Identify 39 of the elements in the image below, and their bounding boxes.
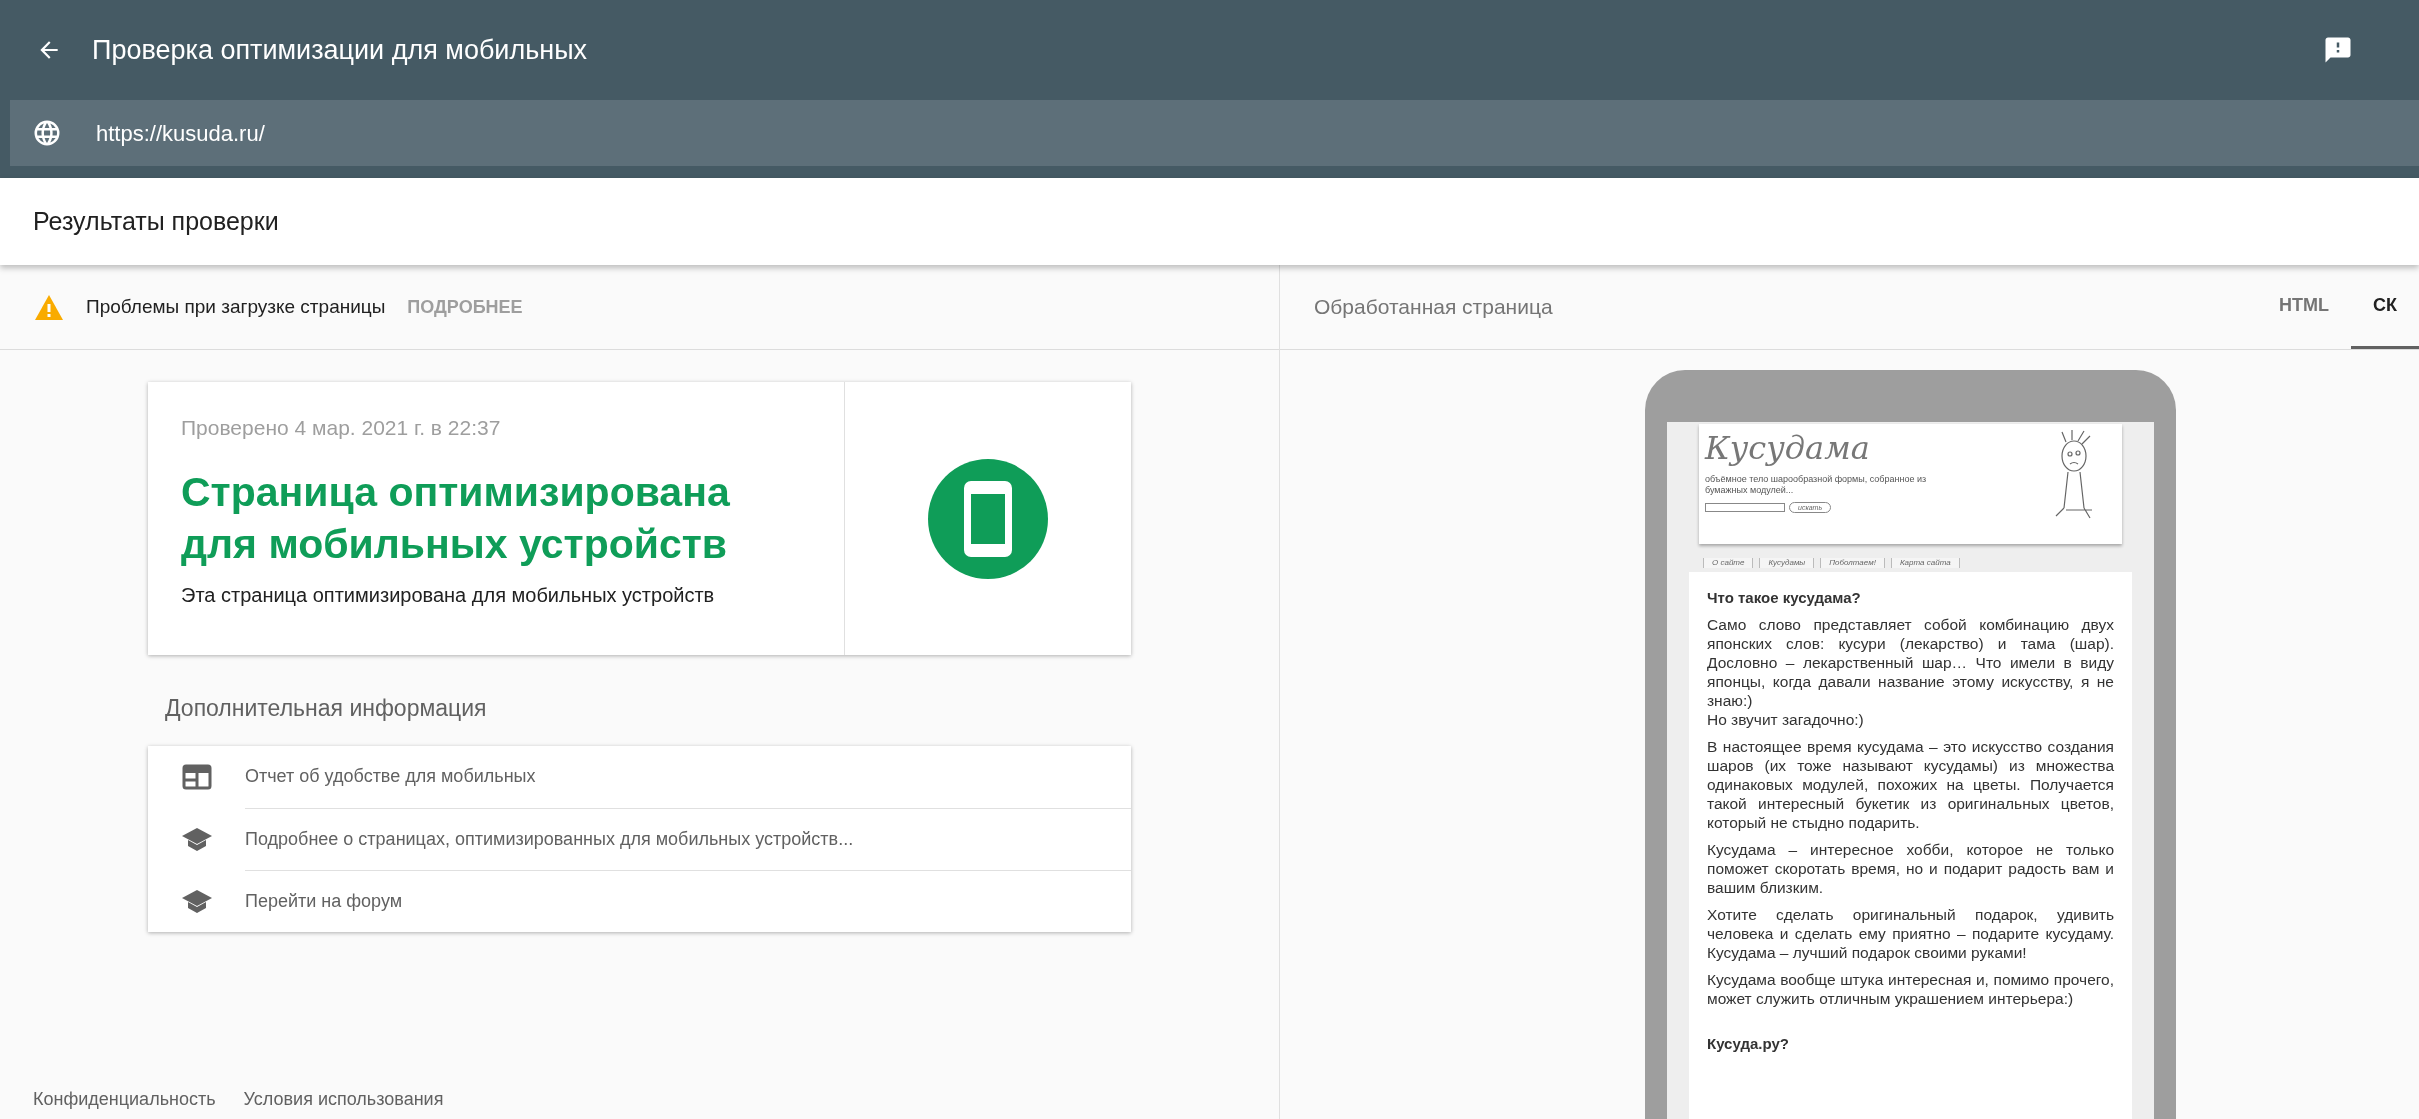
footer-link[interactable]: Условия использования [243,1086,444,1113]
panel-title: Обработанная страница [1314,294,1553,321]
mobile-phone-icon [928,458,1048,579]
info-link[interactable]: Отчет об удобстве для мобильных [245,763,536,790]
graduation-cap-icon [180,887,213,914]
globe-icon [32,118,62,148]
article-paragraph: Кусудама вообще штука интересная и, помимо прочего, может служить отличным украшением интерьера:) [1707,970,2114,1008]
feedback-icon[interactable] [2323,35,2353,65]
warning-text: Проблемы при загрузке страницы [86,294,386,319]
site-nav-tab[interactable]: Поболтаем! [1820,558,1885,568]
tab[interactable]: СК [2351,265,2419,349]
article-paragraph: Хотите сделать оригинальный подарок, удивить человека и сделать ему приятно – подарите кусудаму. Кусудама – лучший подарок своими руками! [1707,905,2114,962]
results-header: Результаты проверки [0,178,2419,265]
article-paragraph: Кусудама – интересное хобби, которое не только поможет скоротать время, но и подарит радость вам и вашим близким. [1707,840,2114,897]
status-subtitle: Эта страница оптимизирована для мобильных устройств [181,582,716,608]
url-text: https://kusuda.ru/ [96,119,265,148]
tab[interactable]: HTML [2257,265,2351,349]
site-nav-tab[interactable]: Карта сайта [1890,558,1960,568]
site-search-field[interactable] [1705,503,1785,512]
warning-icon [34,293,64,321]
site-nav-tab[interactable]: Кусудамы [1759,558,1815,568]
section-heading: Дополнительная информация [165,694,488,723]
article-heading: Что такое кусудама? [1707,588,1862,607]
info-link[interactable]: Подробнее о страницах, оптимизированных для мобильных устройств... [245,825,854,853]
site-tagline: объёмное тело шарообразной формы, собранное из бумажных модулей... [1705,474,1928,496]
checked-date: Проверено 4 мар. 2021 г. в 22:37 [181,415,502,441]
article-paragraph: В настоящее время кусудама – это искусство создания шаров (их тоже называют кусудамы) из множества одинаковых модулей, похожих на цветы. Получается такой интересный букетик из оригинальных цветов, который не стыдно подарить. [1707,737,2114,832]
web-layout-icon [181,763,212,790]
status-title: Страница оптимизирована для мобильных устройств [181,467,731,569]
graduation-cap-icon [180,825,213,852]
info-link[interactable]: Перейти на форум [245,887,403,915]
site-nav-tab[interactable]: О сайте [1703,558,1754,568]
url-field[interactable]: https://kusuda.ru/ [10,100,2419,166]
article-heading: Кусуда.ру? [1707,1034,1790,1053]
app-title: Проверка оптимизации для мобильных [92,33,588,67]
site-logo: Кусудама [1705,428,1871,468]
article-paragraph: Само слово представляет собой комбинацию двух японских слов: кусури (лекарство) и тама (шар). Дословно – лекарственный шар… Что имели в виду японцы, когда давали название этому искусству, я не знаю:) [1707,615,2114,710]
footer-link[interactable]: Конфиденциальность [33,1086,216,1113]
article-paragraph: Но звучит загадочно:) [1707,710,1865,729]
